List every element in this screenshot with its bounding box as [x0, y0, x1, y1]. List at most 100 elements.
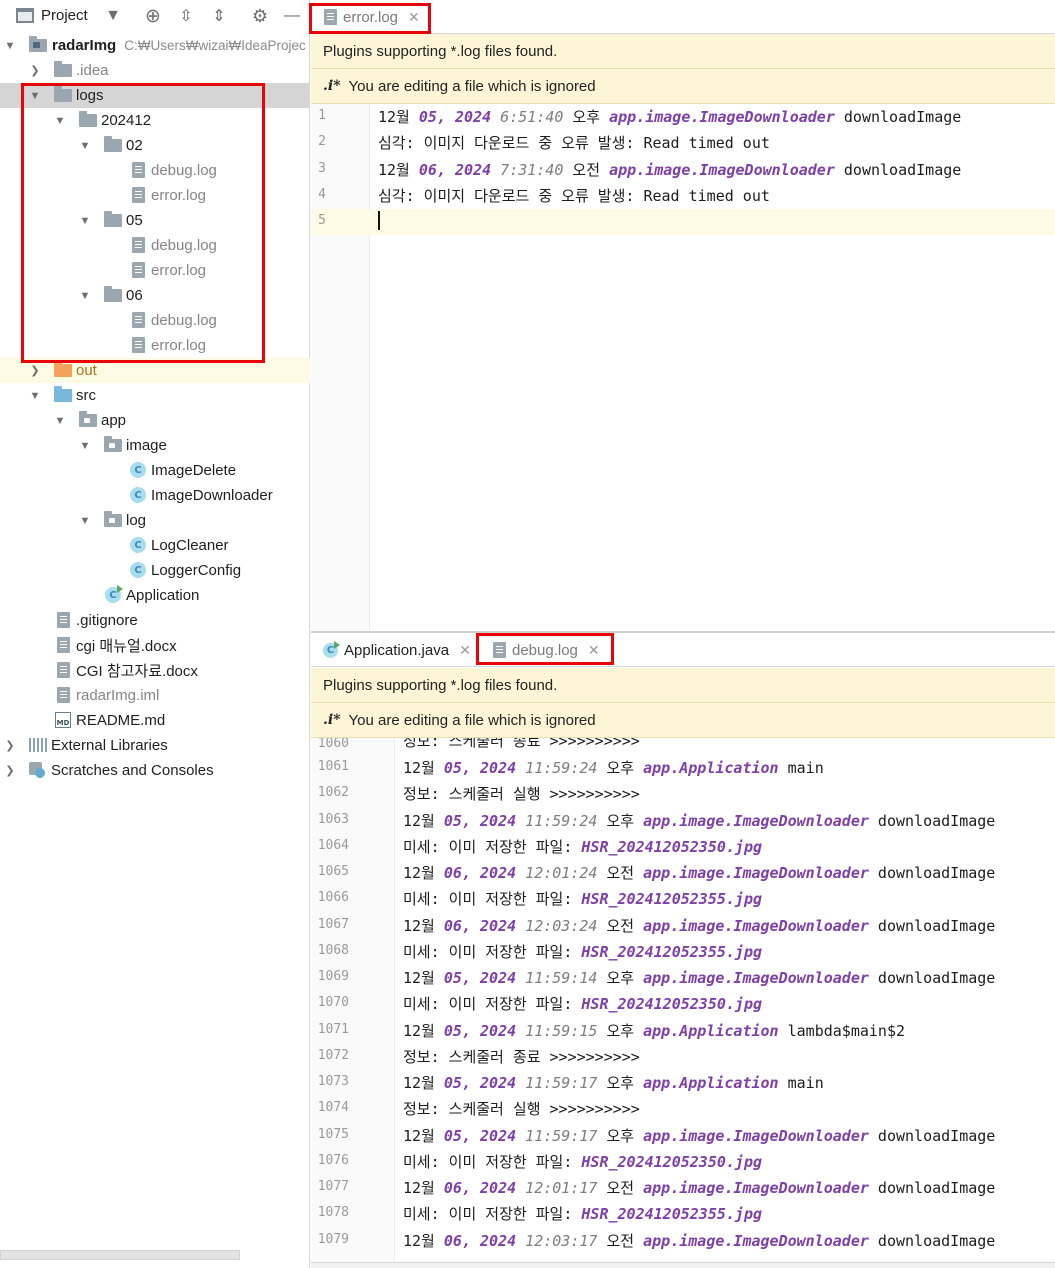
- chevron-right-icon[interactable]: ❯: [29, 65, 41, 77]
- tree-row-gitignore[interactable]: .gitignore: [0, 608, 310, 633]
- tree-row-log[interactable]: ▼ log: [0, 508, 310, 533]
- log-text: 12월: [378, 160, 419, 179]
- log-method: main: [778, 1074, 824, 1092]
- tree-row-idea[interactable]: ❯ .idea: [0, 58, 310, 83]
- ignored-file-banner: .i* You are editing a file which is igno…: [311, 69, 1055, 104]
- file-gitignore: .gitignore: [76, 612, 138, 629]
- tree-row-06-error[interactable]: error.log: [0, 333, 310, 358]
- file-readme: README.md: [76, 712, 166, 729]
- close-icon[interactable]: ✕: [459, 642, 471, 659]
- collapse-all-icon[interactable]: ⇕: [208, 5, 230, 27]
- line-number: 4: [318, 186, 326, 202]
- chevron-down-icon[interactable]: ▼: [102, 5, 124, 27]
- tree-row-out[interactable]: ❯ out: [0, 358, 310, 383]
- file-error-log: error.log: [151, 262, 207, 279]
- log-ampm: 오전: [563, 160, 610, 179]
- log-date: 06, 2024: [418, 160, 492, 179]
- tree-row-app[interactable]: ▼ app: [0, 408, 310, 433]
- status-strip: [311, 1262, 1055, 1268]
- tree-row-logs[interactable]: ▼ logs: [0, 83, 310, 108]
- locate-icon[interactable]: ⊕: [142, 5, 164, 27]
- tree-row-cgi-manual[interactable]: cgi 매뉴얼.docx: [0, 633, 310, 658]
- tree-row-scratches[interactable]: ❯ Scratches and Consoles: [0, 758, 310, 783]
- chevron-down-icon[interactable]: ▼: [29, 90, 41, 102]
- tree-row-root[interactable]: ▼ radarImg C:₩Users₩wizai₩IdeaProjec: [0, 33, 310, 58]
- log-source: app.image.ImageDownloader: [643, 1179, 869, 1197]
- log-date: 05, 2024: [443, 759, 517, 777]
- tree-row-image[interactable]: ▼ image: [0, 433, 310, 458]
- chevron-down-icon[interactable]: ▼: [79, 440, 91, 452]
- tree-row-05-debug[interactable]: debug.log: [0, 233, 310, 258]
- top-editor[interactable]: 1 12월 05, 2024 6:51:40 오후 app.image.Image…: [311, 104, 1055, 631]
- chevron-down-icon[interactable]: ▼: [54, 415, 66, 427]
- log-ampm: 오전: [597, 916, 644, 935]
- line-number: 1074: [317, 1100, 349, 1116]
- tree-row-02-error[interactable]: error.log: [0, 183, 310, 208]
- tree-row-iml[interactable]: radarImg.iml: [0, 683, 310, 708]
- log-text: 12월: [403, 1126, 444, 1145]
- log-text: 정보: 스케줄러 실행 >>>>>>>>>>: [403, 785, 640, 804]
- tab-label: Application.java: [344, 641, 450, 659]
- horizontal-scrollbar[interactable]: [0, 1250, 240, 1260]
- log-source: HSR_202412052355.jpg: [581, 942, 763, 961]
- minimize-icon[interactable]: —: [281, 5, 303, 27]
- chevron-down-icon[interactable]: ▼: [29, 390, 41, 402]
- line-number: 1065: [317, 864, 349, 879]
- line-number: 1063: [317, 811, 349, 827]
- tree-row-imagedelete[interactable]: C ImageDelete: [0, 458, 310, 483]
- project-view-selector[interactable]: Project: [16, 7, 88, 24]
- bottom-editor[interactable]: 1060 정보: 스케줄러 종료 >>>>>>>>>> 1061 12월 05, 20…: [311, 738, 1055, 1262]
- code-line: 심각: 이미지 다운로드 중 오류 발생: Read timed out: [378, 132, 770, 153]
- tree-row-02-debug[interactable]: debug.log: [0, 158, 310, 183]
- tree-row-02[interactable]: ▼ 02: [0, 133, 310, 158]
- log-text: 12월: [403, 969, 444, 987]
- chevron-down-icon[interactable]: ▼: [79, 140, 91, 152]
- log-method: downloadImage: [834, 160, 962, 179]
- tab-error-log[interactable]: error.log ✕: [314, 0, 430, 34]
- tree-row-imagedownloader[interactable]: C ImageDownloader: [0, 483, 310, 508]
- line-number: 1060: [317, 738, 349, 751]
- log-text: 미세: 이미 저장한 파일:: [403, 995, 582, 1014]
- tree-row-202412[interactable]: ▼ 202412: [0, 108, 310, 133]
- tree-row-readme[interactable]: MD README.md: [0, 708, 310, 733]
- code-line: 12월 06, 2024 12:03:17 오전 app.image.Image…: [403, 1230, 995, 1251]
- tree-row-external-libraries[interactable]: ❯ External Libraries: [0, 733, 310, 758]
- close-icon[interactable]: ✕: [588, 642, 600, 659]
- tab-debug-log[interactable]: debug.log ✕: [483, 633, 610, 667]
- expand-all-icon[interactable]: ⇳: [175, 5, 197, 27]
- folder-icon: [104, 136, 122, 152]
- log-source: HSR_202412052355.jpg: [581, 890, 763, 909]
- tree-row-05[interactable]: ▼ 05: [0, 208, 310, 233]
- chevron-down-icon[interactable]: ▼: [79, 215, 91, 227]
- chevron-right-icon[interactable]: ❯: [29, 365, 41, 377]
- tree-row-05-error[interactable]: error.log: [0, 258, 310, 283]
- chevron-right-icon[interactable]: ❯: [4, 765, 16, 777]
- tab-label: error.log: [343, 8, 399, 26]
- line-number: 1076: [317, 1152, 349, 1168]
- line-number: 1075: [317, 1126, 349, 1142]
- gear-icon[interactable]: ⚙: [249, 5, 271, 27]
- chevron-down-icon[interactable]: ▼: [4, 40, 16, 52]
- chevron-down-icon[interactable]: ▼: [79, 515, 91, 527]
- log-source: app.Application: [643, 1074, 779, 1092]
- chevron-down-icon[interactable]: ▼: [54, 115, 66, 127]
- folder-06: 06: [126, 287, 143, 304]
- package-app: app: [101, 412, 127, 429]
- close-icon[interactable]: ✕: [408, 9, 420, 26]
- plugins-banner-text: Plugins supporting *.log files found.: [323, 676, 558, 694]
- tree-row-loggerconfig[interactable]: C LoggerConfig: [0, 558, 310, 583]
- tree-row-logcleaner[interactable]: C LogCleaner: [0, 533, 310, 558]
- tree-row-cgi-ref[interactable]: CGI 참고자료.docx: [0, 658, 310, 683]
- tree-row-06-debug[interactable]: debug.log: [0, 308, 310, 333]
- chevron-down-icon[interactable]: ▼: [79, 290, 91, 302]
- chevron-right-icon[interactable]: ❯: [4, 740, 16, 752]
- tree-row-application[interactable]: C Application: [0, 583, 310, 608]
- line-number: 1071: [317, 1021, 349, 1037]
- project-title: Project: [41, 7, 88, 24]
- tab-application-java[interactable]: C Application.java ✕: [313, 633, 481, 667]
- line-gutter: [311, 104, 370, 631]
- plugins-banner: Plugins supporting *.log files found.: [311, 668, 1055, 703]
- tree-row-src[interactable]: ▼ src: [0, 383, 310, 408]
- log-date: 05, 2024: [443, 1126, 517, 1145]
- tree-row-06[interactable]: ▼ 06: [0, 283, 310, 308]
